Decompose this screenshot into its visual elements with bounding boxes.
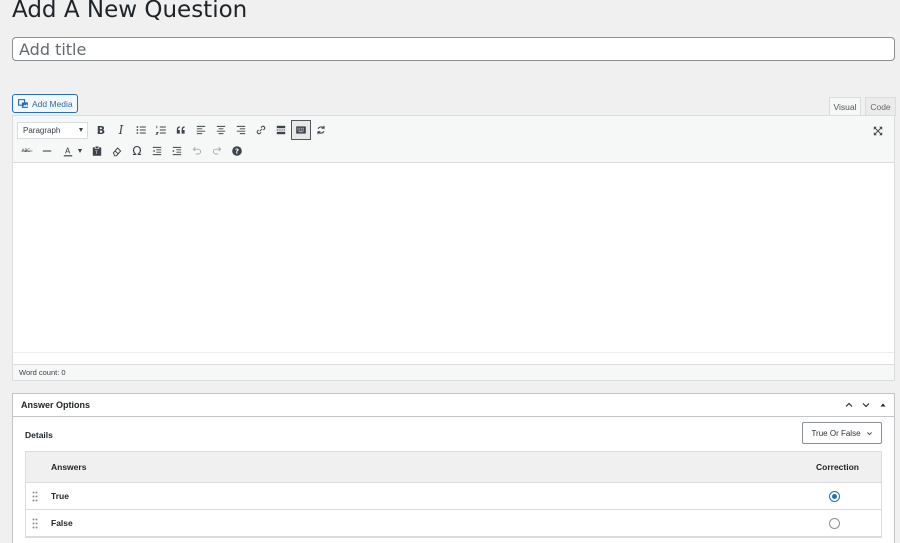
format-select-value: Paragraph <box>23 125 61 135</box>
eraser-icon <box>112 147 122 157</box>
triangle-up-icon <box>880 403 885 407</box>
fullscreen-button[interactable] <box>868 121 888 141</box>
align-center-icon <box>216 125 226 135</box>
page-title: Add A New Question <box>12 0 248 23</box>
answer-options-panel: Answer Options Details True Or False Ans… <box>12 393 895 543</box>
svg-text:?: ? <box>235 147 239 156</box>
clear-formatting-button[interactable] <box>107 141 127 161</box>
move-up-button[interactable] <box>843 400 854 411</box>
details-label: Details <box>25 430 53 440</box>
help-button[interactable]: ? <box>227 141 247 161</box>
blockquote-button[interactable] <box>171 120 191 140</box>
bullet-list-icon <box>136 126 146 134</box>
title-input[interactable] <box>12 37 895 61</box>
help-icon: ? <box>232 146 242 156</box>
add-media-button[interactable]: Add Media <box>12 94 78 113</box>
read-more-icon <box>276 125 286 135</box>
outdent-button[interactable] <box>147 141 167 161</box>
question-type-value: True Or False <box>811 428 861 438</box>
editor-content-area[interactable] <box>13 163 894 353</box>
strikethrough-icon: ABC <box>21 148 33 153</box>
answer-options-title: Answer Options <box>21 400 91 410</box>
redo-button[interactable] <box>207 141 227 161</box>
toolbar-row-1: Paragraph B I <box>17 120 331 140</box>
toolbar-toggle-button[interactable] <box>291 120 311 140</box>
omega-icon: Ω <box>132 144 142 158</box>
answer-label: False <box>51 518 73 528</box>
refresh-icon <box>317 125 325 135</box>
undo-button[interactable] <box>187 141 207 161</box>
answer-options-header: Answer Options <box>13 394 894 417</box>
clipboard-icon: T <box>92 145 102 156</box>
horizontal-line-icon <box>42 150 52 152</box>
text-color-button[interactable]: A <box>57 141 87 161</box>
add-media-label: Add Media <box>32 98 73 109</box>
insert-link-button[interactable] <box>251 120 271 140</box>
tab-visual[interactable]: Visual <box>829 97 861 116</box>
align-center-button[interactable] <box>211 120 231 140</box>
column-correction: Correction <box>816 462 859 472</box>
bold-icon: B <box>96 123 106 137</box>
horizontal-line-button[interactable] <box>37 141 57 161</box>
refresh-button[interactable] <box>311 120 331 140</box>
media-icon <box>18 99 28 108</box>
chevron-down-icon <box>79 128 83 132</box>
word-count: Word count: 0 <box>13 364 894 380</box>
link-icon <box>256 125 266 135</box>
correct-answer-radio[interactable] <box>829 517 840 529</box>
answer-label: True <box>51 491 69 501</box>
special-character-button[interactable]: Ω <box>127 141 147 161</box>
question-type-select[interactable]: True Or False <box>802 422 882 444</box>
chevron-up-icon <box>845 402 852 407</box>
toolbar-row-2: ABC A T Ω ? <box>17 141 247 161</box>
svg-text:T: T <box>94 150 98 155</box>
read-more-button[interactable] <box>271 120 291 140</box>
align-left-button[interactable] <box>191 120 211 140</box>
outdent-icon <box>152 146 162 156</box>
format-select[interactable]: Paragraph <box>17 121 88 139</box>
align-left-icon <box>196 125 206 135</box>
strikethrough-button[interactable]: ABC <box>17 141 37 161</box>
move-down-button[interactable] <box>860 400 871 411</box>
answer-row: False <box>26 510 881 537</box>
paste-text-button[interactable]: T <box>87 141 107 161</box>
panel-controls <box>843 400 888 411</box>
fullscreen-icon <box>873 126 883 136</box>
undo-icon <box>192 147 202 155</box>
answers-table-header: Answers Correction <box>26 452 881 483</box>
indent-icon <box>172 146 182 156</box>
svg-text:ABC: ABC <box>22 148 31 153</box>
quote-icon <box>176 126 185 134</box>
collapse-panel-button[interactable] <box>877 400 888 411</box>
align-right-icon <box>236 125 246 135</box>
drag-handle-icon[interactable] <box>32 518 38 529</box>
correct-answer-radio[interactable] <box>829 490 840 502</box>
italic-icon: I <box>118 123 124 137</box>
italic-button[interactable]: I <box>111 120 131 140</box>
bullet-list-button[interactable] <box>131 120 151 140</box>
indent-button[interactable] <box>167 141 187 161</box>
chevron-down-icon <box>866 431 872 435</box>
content-editor: Paragraph B I ABC A T Ω ? Word count: 0 <box>12 115 895 381</box>
keyboard-icon <box>296 126 306 134</box>
numbered-list-icon <box>155 125 166 135</box>
drag-handle-icon[interactable] <box>32 491 38 502</box>
text-color-icon: A <box>63 146 73 157</box>
numbered-list-button[interactable] <box>151 120 171 140</box>
svg-text:A: A <box>65 146 71 155</box>
editor-toolbar: Paragraph B I ABC A T Ω ? <box>13 116 894 163</box>
answers-table: Answers Correction True False <box>25 451 882 538</box>
redo-icon <box>212 147 222 155</box>
chevron-down-icon <box>862 403 869 408</box>
align-right-button[interactable] <box>231 120 251 140</box>
bold-button[interactable]: B <box>91 120 111 140</box>
chevron-down-icon <box>78 149 82 153</box>
column-answers: Answers <box>51 462 87 472</box>
tab-code[interactable]: Code <box>865 97 896 116</box>
answer-row: True <box>26 483 881 510</box>
